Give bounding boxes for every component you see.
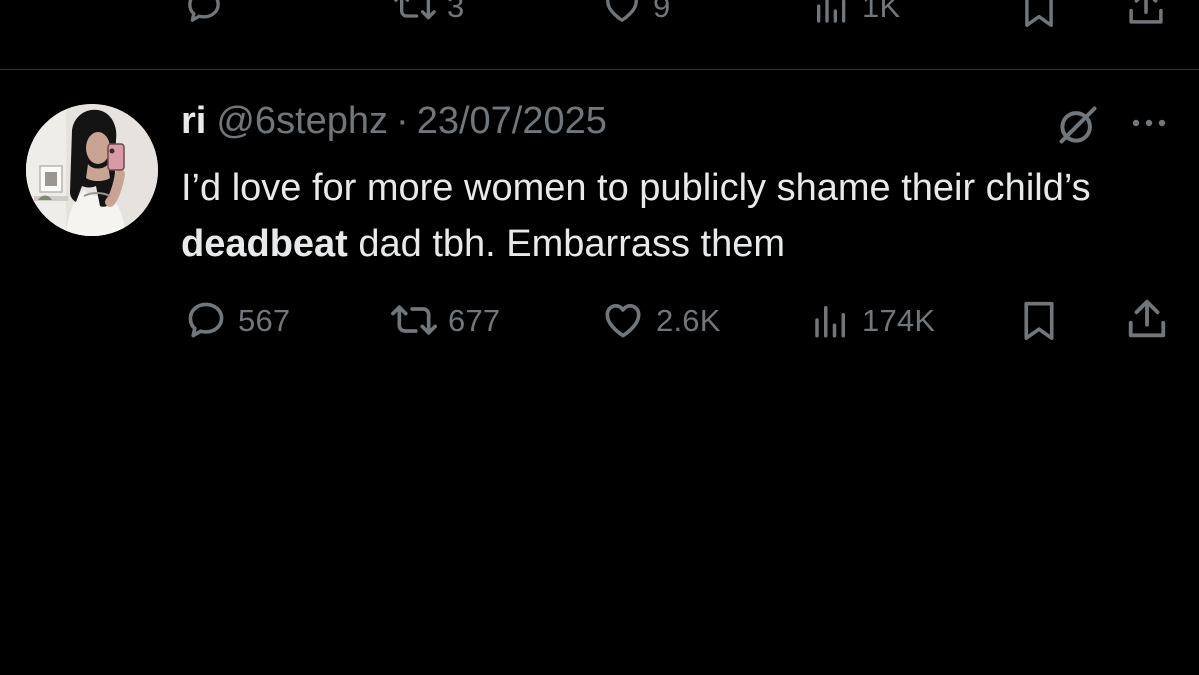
reply-count: 567: [238, 302, 291, 338]
previous-tweet-action-bar: 3 9 1K: [0, 0, 1199, 30]
reply-icon: [188, 302, 224, 338]
retweet-icon: [394, 0, 436, 20]
bookmark-icon: [1024, 301, 1054, 340]
previous-retweet-count: 3: [447, 0, 465, 24]
bookmark-button[interactable]: [1019, 296, 1059, 344]
previous-view-count: 1K: [862, 0, 901, 24]
like-icon: [606, 0, 638, 22]
avatar[interactable]: [26, 104, 158, 236]
grok-button[interactable]: [1056, 103, 1100, 152]
previous-retweet-button[interactable]: 3: [393, 0, 464, 26]
grok-icon: [1059, 106, 1097, 144]
previous-views-button[interactable]: 1K: [812, 0, 900, 26]
more-icon: [1132, 119, 1166, 127]
tweet-text-part2: dad tbh. Embarrass them: [347, 223, 786, 265]
reply-button[interactable]: 567: [184, 298, 290, 342]
reply-icon: [188, 0, 220, 22]
display-name[interactable]: ri: [181, 100, 206, 143]
header-separator: ·: [396, 100, 409, 142]
previous-bookmark-button[interactable]: [1020, 0, 1058, 30]
like-button[interactable]: 2.6K: [600, 298, 721, 342]
views-icon: [815, 306, 845, 338]
retweet-icon: [391, 305, 437, 335]
previous-like-button[interactable]: 9: [601, 0, 670, 26]
previous-reply-button[interactable]: [184, 0, 224, 26]
view-count: 174K: [862, 302, 936, 338]
retweet-count: 677: [448, 302, 501, 338]
previous-like-count: 9: [653, 0, 671, 24]
share-icon: [1129, 0, 1163, 24]
tweet-header: ri @6stephz · 23/07/2025: [181, 100, 607, 148]
tweet-date[interactable]: 23/07/2025: [417, 100, 607, 143]
like-count: 2.6K: [656, 302, 721, 338]
bookmark-icon: [1025, 0, 1053, 27]
tweet-text-part1: I’d love for more women to publicly sham…: [181, 167, 1091, 209]
like-icon: [605, 304, 641, 338]
views-button[interactable]: 174K: [810, 298, 935, 342]
previous-share-button[interactable]: [1125, 0, 1167, 28]
user-handle[interactable]: @6stephz: [216, 100, 388, 143]
avatar-photo: [26, 104, 158, 236]
tweet-divider: [0, 69, 1199, 70]
tweet-text: I’d love for more women to publicly sham…: [181, 160, 1171, 272]
tweet-text-bold: deadbeat: [181, 223, 348, 265]
views-icon: [817, 0, 846, 23]
share-icon: [1128, 299, 1166, 338]
more-options-button[interactable]: [1128, 109, 1172, 142]
retweet-button[interactable]: 677: [390, 298, 500, 342]
share-button[interactable]: [1124, 296, 1170, 342]
